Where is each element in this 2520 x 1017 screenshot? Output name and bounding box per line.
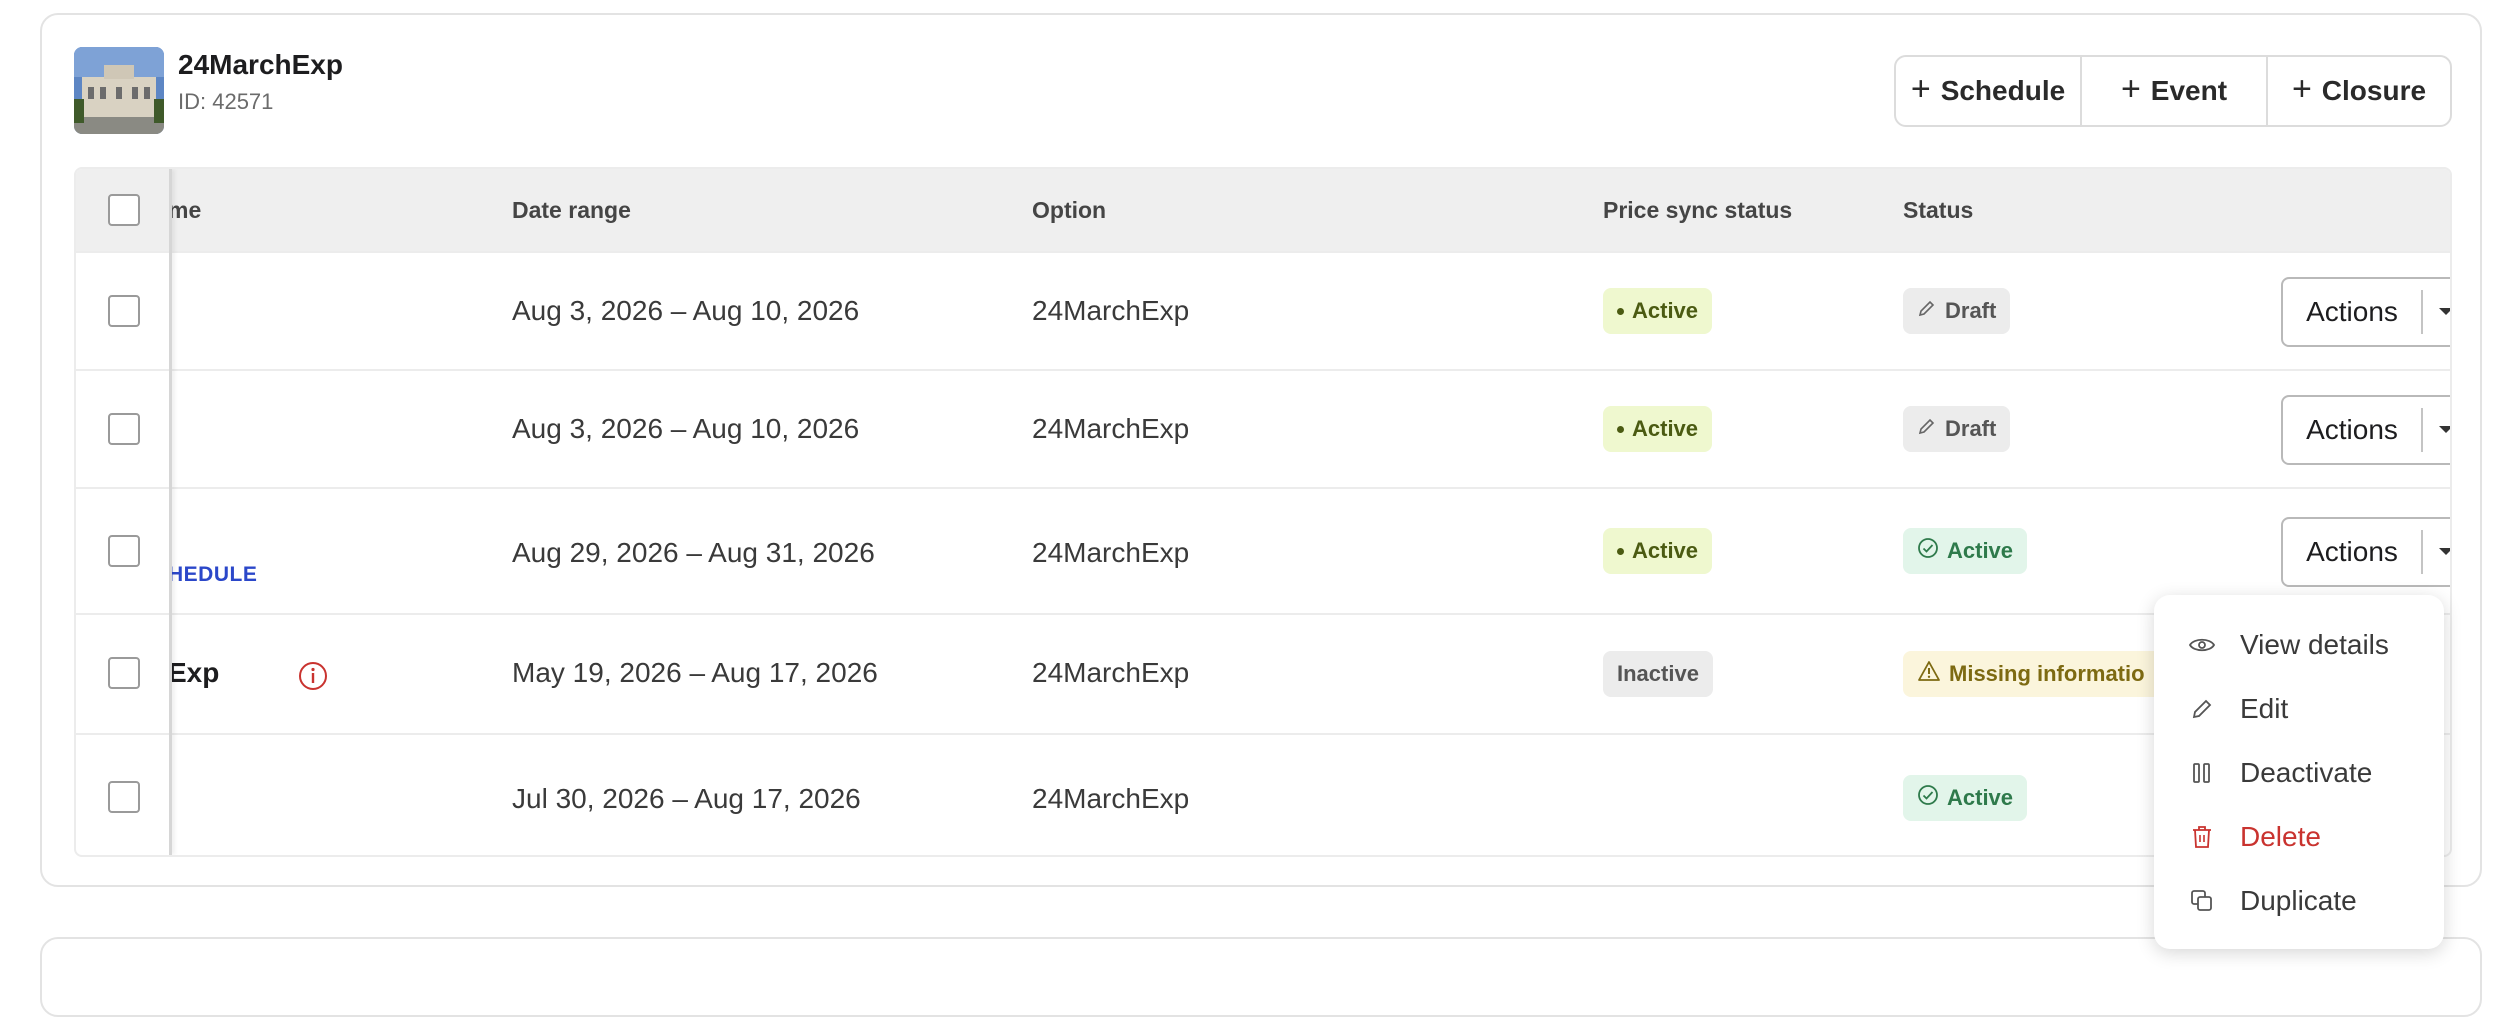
- schedule-name-link[interactable]: HEDULE: [168, 563, 257, 587]
- info-icon[interactable]: [298, 661, 328, 696]
- status-text: Active: [1947, 785, 2014, 810]
- table-row[interactable]: Aug 3, 2026 – Aug 10, 2026 24MarchExp Ac…: [76, 369, 2450, 487]
- plus-icon: +: [2291, 70, 2312, 108]
- column-name: me: [168, 197, 202, 223]
- status-text: Missing informatio: [1949, 661, 2145, 686]
- row-checkbox[interactable]: [108, 781, 140, 813]
- plus-icon: +: [2120, 70, 2141, 108]
- menu-view-details[interactable]: View details: [2154, 617, 2444, 673]
- row-checkbox[interactable]: [108, 413, 140, 445]
- menu-deactivate[interactable]: Deactivate: [2154, 745, 2444, 801]
- pencil-icon: [1917, 416, 1937, 442]
- add-event-button[interactable]: + Event: [2082, 57, 2268, 125]
- experience-title: 24MarchExp: [178, 49, 343, 80]
- dot-icon: [1617, 425, 1624, 433]
- menu-duplicate-label: Duplicate: [2240, 885, 2357, 916]
- add-closure-button[interactable]: + Closure: [2268, 57, 2450, 125]
- menu-edit[interactable]: Edit: [2154, 681, 2444, 737]
- option-cell: 24MarchExp: [1032, 295, 1190, 326]
- table-row[interactable]: HEDULE Aug 29, 2026 – Aug 31, 2026 24Mar…: [76, 487, 2450, 613]
- option-cell: 24MarchExp: [1032, 783, 1190, 814]
- price-sync-text: Active: [1632, 538, 1699, 563]
- trash-icon: [2188, 823, 2216, 851]
- next-experience-card: [40, 937, 2482, 1017]
- add-closure-label: Closure: [2321, 75, 2427, 106]
- actions-dropdown-button[interactable]: Actions: [2281, 395, 2450, 465]
- row-checkbox[interactable]: [108, 295, 140, 327]
- experience-id: ID: 42571: [178, 89, 274, 114]
- pencil-icon: [1917, 298, 1937, 324]
- copy-icon: [2188, 887, 2216, 915]
- select-all-checkbox[interactable]: [108, 194, 140, 226]
- caret-down-icon[interactable]: [2423, 425, 2450, 435]
- check-circle-icon: [1917, 537, 1939, 565]
- option-cell: 24MarchExp: [1032, 413, 1190, 444]
- column-price-sync-status: Price sync status: [1603, 197, 1793, 223]
- schedule-name: Exp: [168, 657, 220, 688]
- date-range-cell: Aug 3, 2026 – Aug 10, 2026: [512, 413, 860, 444]
- actions-label: Actions: [2306, 414, 2398, 445]
- menu-delete[interactable]: Delete: [2154, 809, 2444, 865]
- actions-dropdown-button[interactable]: Actions: [2281, 517, 2450, 587]
- table-row[interactable]: Jul 30, 2026 – Aug 17, 2026 24MarchExp A…: [76, 733, 2450, 855]
- date-range-cell: May 19, 2026 – Aug 17, 2026: [512, 657, 878, 688]
- price-sync-text: Active: [1632, 298, 1699, 323]
- actions-label: Actions: [2306, 296, 2398, 327]
- date-range-cell: Aug 3, 2026 – Aug 10, 2026: [512, 295, 860, 326]
- add-schedule-label: Schedule: [1940, 75, 2066, 106]
- status-badge: Draft: [1903, 406, 2011, 452]
- sticky-column-divider: [76, 169, 172, 855]
- check-circle-icon: [1917, 784, 1939, 812]
- eye-icon: [2188, 631, 2216, 659]
- date-range-cell: Jul 30, 2026 – Aug 17, 2026: [512, 783, 861, 814]
- price-sync-badge: Active: [1603, 528, 1713, 574]
- caret-down-icon[interactable]: [2423, 307, 2450, 317]
- row-checkbox[interactable]: [108, 657, 140, 689]
- menu-view-details-label: View details: [2240, 629, 2389, 660]
- add-event-label: Event: [2150, 75, 2228, 106]
- menu-deactivate-label: Deactivate: [2240, 757, 2373, 788]
- option-cell: 24MarchExp: [1032, 657, 1190, 688]
- table-header: me Date range Option Price sync status S…: [76, 169, 2450, 251]
- row-checkbox[interactable]: [108, 535, 140, 567]
- experience-card: 24MarchExp ID: 42571 + Schedule + Event …: [40, 13, 2482, 887]
- schedules-table: me Date range Option Price sync status S…: [74, 167, 2452, 857]
- column-status: Status: [1903, 197, 1974, 223]
- price-sync-text: Inactive: [1617, 661, 1699, 686]
- actions-dropdown-button[interactable]: Actions: [2281, 277, 2450, 347]
- status-badge: Draft: [1903, 288, 2011, 334]
- add-schedule-button[interactable]: + Schedule: [1896, 57, 2082, 125]
- price-sync-badge: Active: [1603, 288, 1713, 334]
- column-option: Option: [1032, 197, 1107, 223]
- menu-delete-label: Delete: [2240, 821, 2321, 852]
- plus-icon: +: [1910, 70, 1931, 108]
- price-sync-badge: Active: [1603, 406, 1713, 452]
- menu-duplicate[interactable]: Duplicate: [2154, 873, 2444, 929]
- column-date-range: Date range: [512, 197, 631, 223]
- price-sync-badge: Inactive: [1603, 651, 1713, 697]
- option-cell: 24MarchExp: [1032, 537, 1190, 568]
- caret-down-icon[interactable]: [2423, 547, 2450, 557]
- status-text: Active: [1947, 538, 2014, 563]
- status-badge: Active: [1903, 775, 2028, 821]
- actions-menu: View details Edit Deactivate Delete Dupl…: [2154, 595, 2444, 949]
- pencil-icon: [2188, 695, 2216, 723]
- table-row[interactable]: Exp May 19, 2026 – Aug 17, 2026 24MarchE…: [76, 613, 2450, 733]
- dot-icon: [1617, 547, 1624, 555]
- menu-edit-label: Edit: [2240, 693, 2289, 724]
- status-text: Draft: [1945, 416, 1997, 441]
- dot-icon: [1617, 307, 1624, 315]
- add-button-group: + Schedule + Event + Closure: [1894, 55, 2452, 127]
- status-badge: Active: [1903, 528, 2028, 574]
- experience-thumbnail: [74, 47, 164, 134]
- actions-label: Actions: [2306, 536, 2398, 567]
- warning-icon: [1917, 660, 1941, 688]
- date-range-cell: Aug 29, 2026 – Aug 31, 2026: [512, 537, 875, 568]
- pause-icon: [2188, 759, 2216, 787]
- price-sync-text: Active: [1632, 416, 1699, 441]
- status-text: Draft: [1945, 298, 1997, 323]
- table-row[interactable]: Aug 3, 2026 – Aug 10, 2026 24MarchExp Ac…: [76, 251, 2450, 369]
